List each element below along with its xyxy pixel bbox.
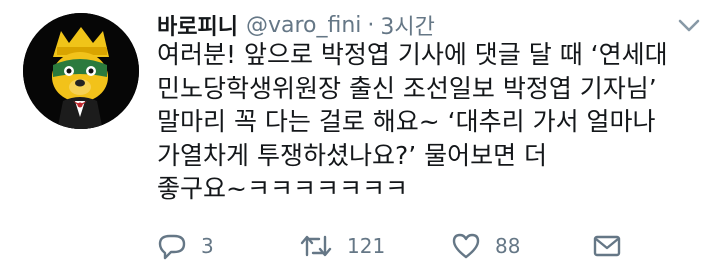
separator-dot: · [367,12,375,38]
reply-icon [158,234,186,260]
timestamp[interactable]: 3시간 [380,9,434,41]
tweet-header: 바로피니 @varo_fini · 3시간 [157,9,435,41]
tweet-text-line: 좋구요~ㅋㅋㅋㅋㅋㅋㅋ [157,174,408,203]
reply-count: 3 [201,234,214,258]
heart-icon [452,233,480,259]
tweet-card: 바로피니 @varo_fini · 3시간 여러분! 앞으로 박정엽 기사에 댓… [0,0,720,279]
tweet-text-line: 여러분! 앞으로 박정엽 기사에 댓글 달 때 ‘연세대 [157,40,668,69]
reply-button[interactable]: 3 [157,230,214,262]
user-handle[interactable]: @varo_fini [246,13,361,38]
like-button[interactable]: 88 [451,230,520,262]
tweet-text-line: 가열차게 투쟁하셨나요?’ 물어보면 더 [157,140,548,170]
tweet-actions: 3 121 88 [157,230,697,262]
chevron-down-icon[interactable] [678,18,700,34]
tweet-text-line: 민노당학생위원장 출신 조선일보 박정엽 기자님’ [157,73,657,103]
avatar-image [23,13,139,129]
avatar[interactable] [23,13,139,129]
envelope-icon [593,235,621,257]
retweet-button[interactable]: 121 [299,230,385,262]
retweet-count: 121 [347,234,386,258]
like-count: 88 [495,234,521,258]
direct-message-button[interactable] [592,230,622,262]
tweet-text: 여러분! 앞으로 박정엽 기사에 댓글 달 때 ‘연세대 민노당학생위원장 출신… [157,38,707,206]
display-name[interactable]: 바로피니 [157,9,238,41]
retweet-icon [300,235,332,257]
tweet-text-line: 말마리 꼭 다는 걸로 해요~ ‘대추리 가서 얼마나 [157,107,656,136]
